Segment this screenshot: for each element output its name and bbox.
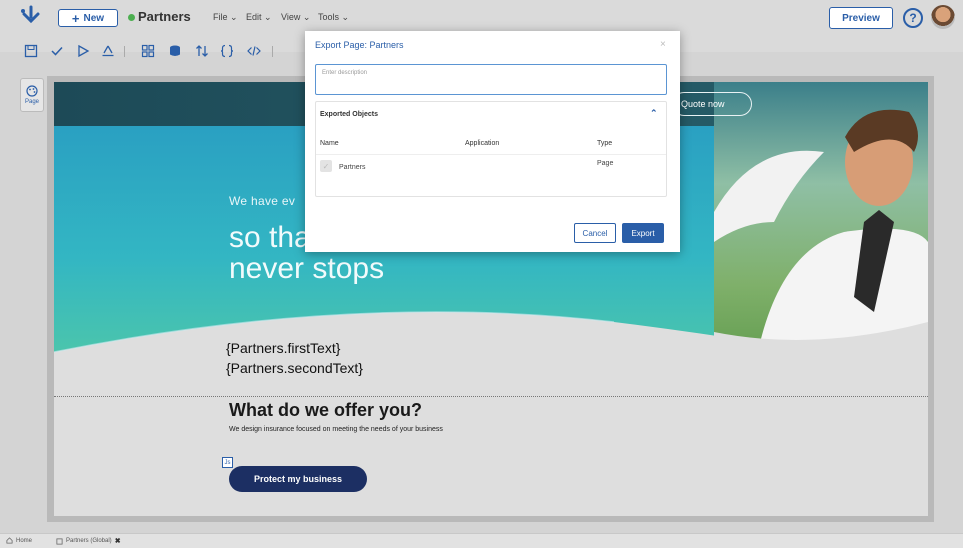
protect-business-button[interactable]: Protect my business xyxy=(229,466,367,492)
second-text-token: {Partners.secondText} xyxy=(226,360,363,376)
first-text-token: {Partners.firstText} xyxy=(226,340,341,356)
column-header-name: Name xyxy=(320,140,339,147)
sort-icon[interactable] xyxy=(195,44,209,58)
database-icon[interactable] xyxy=(168,44,182,58)
components-icon[interactable] xyxy=(141,44,155,58)
code-icon[interactable] xyxy=(247,44,261,58)
menu-file[interactable]: File ⌄ xyxy=(213,12,238,23)
status-dot xyxy=(128,14,135,21)
rail-page-label: Page xyxy=(24,99,39,105)
row-name: Partners xyxy=(339,164,366,171)
tab-home[interactable]: Home xyxy=(6,537,32,544)
export-button[interactable]: Export xyxy=(622,223,664,243)
column-header-type: Type xyxy=(597,140,613,147)
hero-curve-shape xyxy=(54,311,928,402)
help-icon[interactable]: ? xyxy=(903,8,923,28)
braces-icon[interactable] xyxy=(220,44,234,58)
column-header-application: Application xyxy=(465,140,500,147)
menu-edit[interactable]: Edit ⌄ xyxy=(246,12,272,23)
tab-partners-label: Partners (Global) xyxy=(66,538,112,544)
row-type: Page xyxy=(597,160,614,167)
menu-view[interactable]: View ⌄ xyxy=(281,12,310,23)
exported-objects-panel: Exported Objects ⌃ Name Application Type… xyxy=(315,101,667,197)
offer-title: What do we offer you? xyxy=(229,400,422,420)
tab-home-label: Home xyxy=(16,537,33,544)
new-button[interactable]: + New xyxy=(58,9,118,27)
quote-now-button[interactable]: Quote now xyxy=(672,92,752,116)
description-input[interactable]: Enter description xyxy=(315,64,667,95)
toolbar-separator xyxy=(124,46,125,57)
chevron-up-icon[interactable]: ⌃ xyxy=(650,108,658,119)
app-logo-icon[interactable] xyxy=(20,5,42,25)
export-dialog: Export Page: Partners × Enter descriptio… xyxy=(305,31,680,252)
preview-button[interactable]: Preview xyxy=(829,7,893,29)
bottom-tab-bar: Home Partners (Global) ✖ xyxy=(0,533,963,548)
toolbar-separator xyxy=(272,46,273,57)
home-icon xyxy=(6,537,13,544)
panel-title: Exported Objects xyxy=(320,111,378,118)
page-title: Partners xyxy=(138,9,191,24)
plus-icon: + xyxy=(71,10,80,26)
script-icon[interactable]: Js xyxy=(222,457,233,468)
deploy-icon[interactable] xyxy=(101,44,115,58)
hero-heading-line2: never stops xyxy=(229,252,385,285)
rail-page-item[interactable]: Page xyxy=(20,78,44,112)
table-divider xyxy=(316,154,666,155)
row-checkbox[interactable]: ✓ xyxy=(320,160,332,172)
menu-tools[interactable]: Tools ⌄ xyxy=(318,12,349,23)
tab-partners-global[interactable]: Partners (Global) ✖ xyxy=(56,537,121,545)
avatar[interactable] xyxy=(931,5,955,29)
check-icon[interactable] xyxy=(50,44,64,58)
save-icon[interactable] xyxy=(24,44,38,58)
palette-icon xyxy=(26,85,38,97)
new-button-label: New xyxy=(83,12,105,24)
dialog-title: Export Page: Partners xyxy=(315,40,404,50)
page-icon xyxy=(56,537,63,545)
close-tab-icon[interactable]: ✖ xyxy=(115,537,121,545)
hero-subtitle: We have ev xyxy=(229,194,296,208)
offer-text: We design insurance focused on meeting t… xyxy=(229,426,443,433)
close-icon[interactable]: × xyxy=(660,39,666,50)
section-divider xyxy=(54,396,928,397)
cancel-button[interactable]: Cancel xyxy=(574,223,616,243)
play-icon[interactable] xyxy=(76,44,90,58)
